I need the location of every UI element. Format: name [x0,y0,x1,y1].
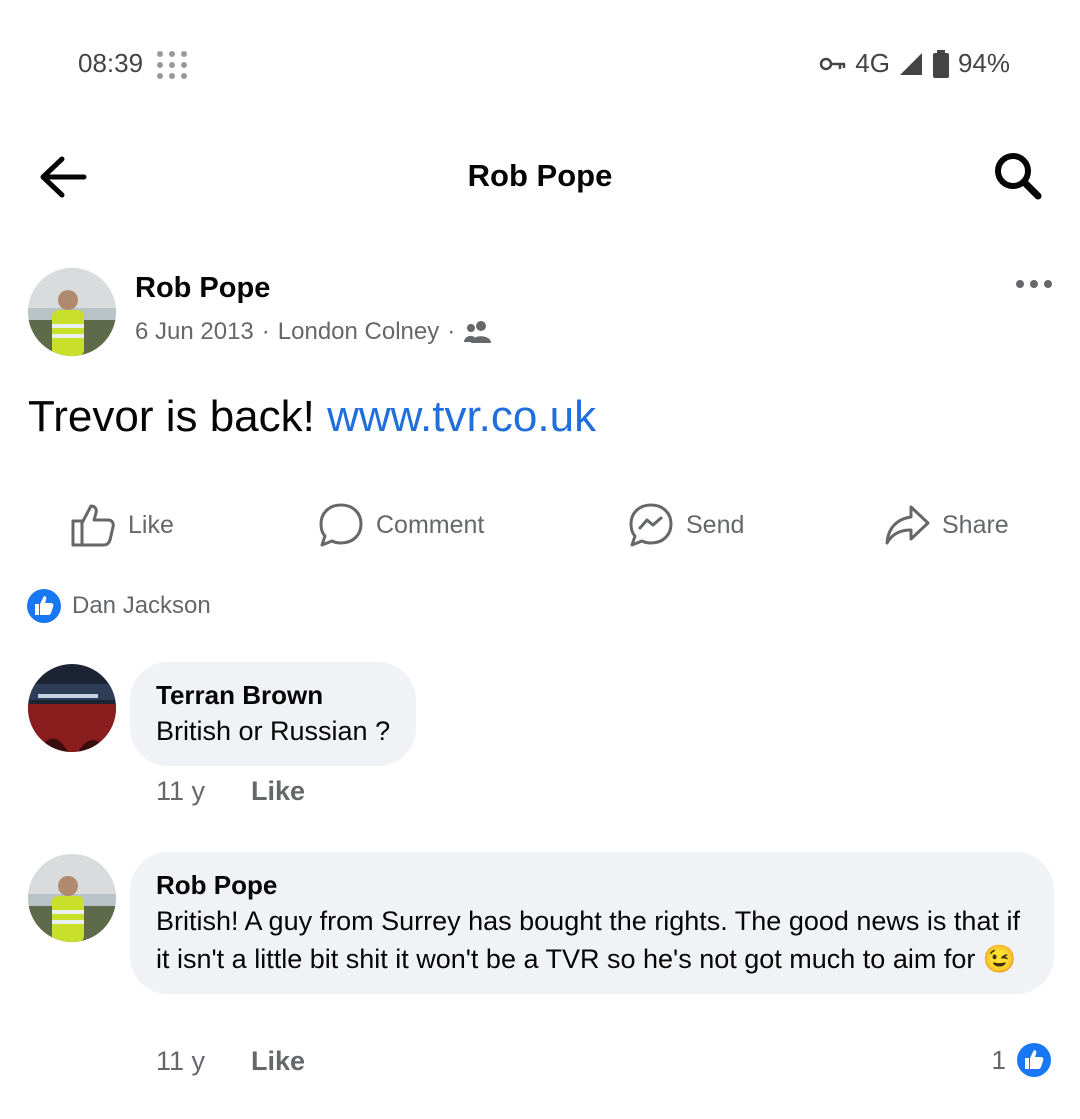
comment-label: Comment [376,510,485,539]
comment-text: British! A guy from Surrey has bought th… [156,906,1020,974]
friends-audience-icon [464,321,492,343]
comment-age: 11 y [156,1046,206,1076]
comment-bubble: Rob Pope British! A guy from Surrey has … [130,852,1054,994]
comment-item: Terran Brown British or Russian ? 11 y L… [0,662,1080,812]
app-grid-icon [157,51,187,79]
reactions-summary[interactable]: Dan Jackson [26,588,211,624]
comment-author[interactable]: Terran Brown [156,678,390,712]
more-options-icon[interactable] [1014,274,1054,294]
comment-like-button[interactable]: Like [251,1046,305,1077]
post-meta: 6 Jun 2013 · London Colney · [135,318,493,346]
app-header: Rob Pope [0,128,1080,228]
share-button[interactable]: Share [884,494,1009,556]
commenter-avatar[interactable] [28,664,116,752]
vpn-key-icon [820,57,846,70]
send-label: Send [686,510,745,539]
network-type: 4G [855,48,890,78]
search-icon[interactable] [992,150,1044,202]
meta-separator: · [447,318,456,345]
thumbs-up-icon [71,504,115,547]
share-label: Share [942,510,1009,539]
like-reaction-icon [27,589,61,623]
meta-separator: · [261,318,270,345]
comment-bubble: Terran Brown British or Russian ? [130,662,417,766]
like-label: Like [128,510,174,539]
like-reaction-icon [1017,1043,1051,1077]
share-icon [885,505,930,545]
post-date[interactable]: 6 Jun 2013 [135,318,254,346]
post-text: Trevor is back! [28,392,328,441]
battery-icon [932,49,949,78]
status-bar: 08:39 4G 94% [0,0,1080,128]
post-header: Rob Pope 6 Jun 2013 · London Colney · [0,262,1080,362]
author-avatar[interactable] [28,268,116,356]
comment-reaction-count[interactable]: 1 [992,1042,1052,1078]
comment-author[interactable]: Rob Pope [156,868,1028,902]
like-button[interactable]: Like [70,494,174,556]
comment-age: 11 y [156,776,206,806]
messenger-icon [629,503,673,547]
reactor-names: Dan Jackson [72,592,211,619]
comment-meta: 11 y Like [156,1046,305,1077]
post-body: Trevor is back! www.tvr.co.uk [28,392,596,442]
battery-level: 94% [957,48,1010,78]
comment-button[interactable]: Comment [318,494,484,556]
comment-like-button[interactable]: Like [251,776,305,807]
comment-item: Rob Pope British! A guy from Surrey has … [0,852,1080,1082]
status-indicators: 4G 94% [819,48,1010,79]
comment-icon [319,503,363,547]
status-time: 08:39 [78,48,144,78]
post-link[interactable]: www.tvr.co.uk [327,392,596,441]
post-actions: Like Comment Send Share [0,494,1080,556]
signal-icon [899,52,922,75]
commenter-avatar[interactable] [28,854,116,942]
send-button[interactable]: Send [628,494,744,556]
comment-like-count: 1 [991,1044,1006,1075]
post-author-name[interactable]: Rob Pope [135,272,270,305]
page-title: Rob Pope [467,158,613,193]
post-location[interactable]: London Colney [278,318,439,346]
comment-text: British or Russian ? [156,716,391,746]
comment-meta: 11 y Like [156,776,305,807]
